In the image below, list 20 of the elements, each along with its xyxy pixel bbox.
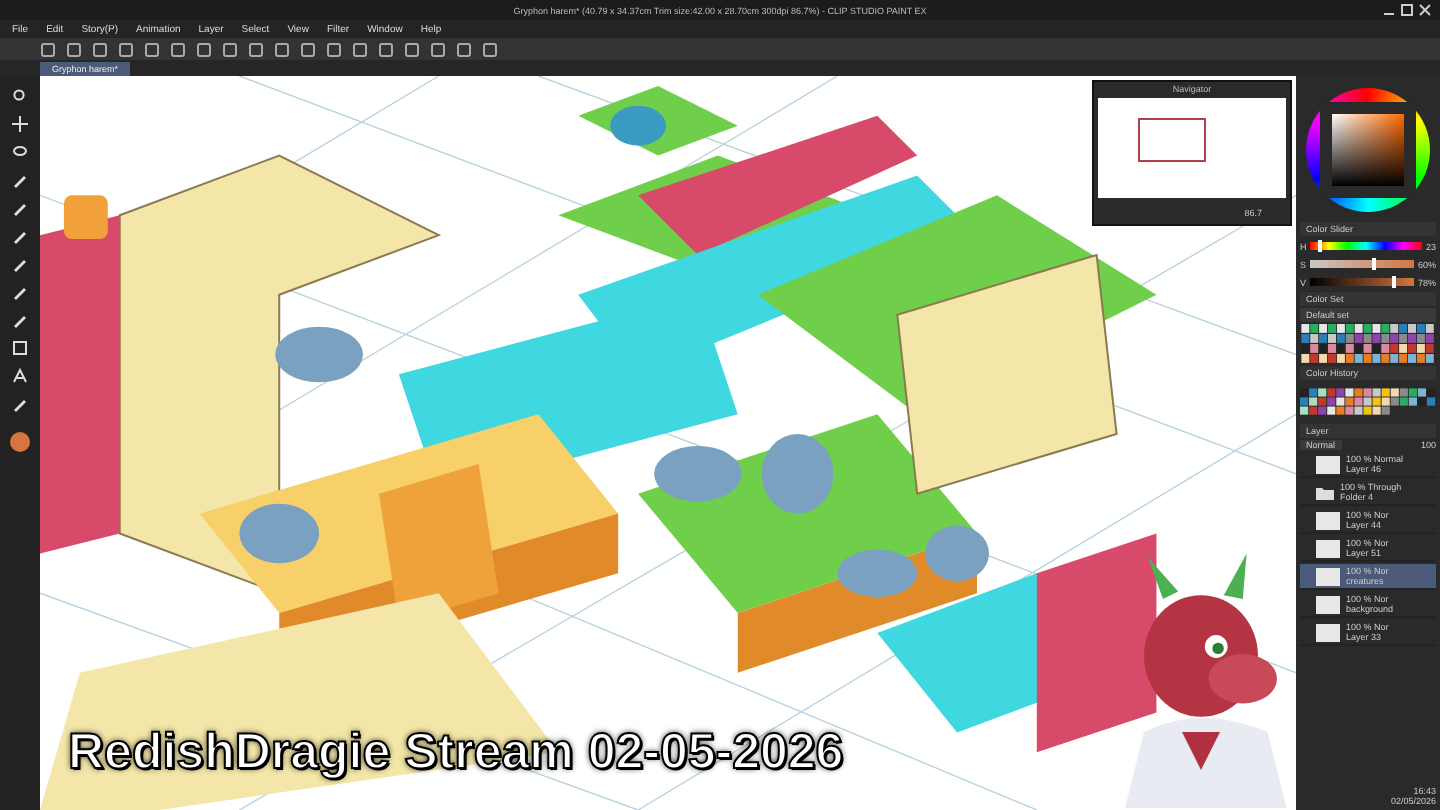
color-slider[interactable] [1310, 242, 1422, 250]
layer-thumbnail [1316, 595, 1340, 613]
current-color-swatch[interactable] [10, 432, 30, 452]
layer-thumbnail [1316, 539, 1340, 557]
text-tool-icon[interactable] [12, 368, 28, 384]
shape-tool-icon[interactable] [12, 340, 28, 356]
color-slider[interactable] [1310, 278, 1414, 286]
zoom-tool-icon[interactable] [12, 88, 28, 104]
layer-thumbnail [1316, 455, 1340, 473]
folder-icon [1316, 485, 1334, 499]
lasso-tool-icon[interactable] [12, 144, 28, 160]
layer-thumbnail [1316, 511, 1340, 529]
move-tool-icon[interactable] [12, 116, 28, 132]
stream-caption: RedishDragie Stream 02-05-2026 [68, 724, 844, 782]
layer-thumbnail [1316, 623, 1340, 641]
close-icon[interactable] [1418, 4, 1432, 16]
color-set-grid[interactable] [1300, 324, 1436, 364]
layer-thumbnail [1316, 567, 1340, 585]
maximize-icon[interactable] [1400, 4, 1414, 16]
color-slider[interactable] [1310, 260, 1414, 268]
